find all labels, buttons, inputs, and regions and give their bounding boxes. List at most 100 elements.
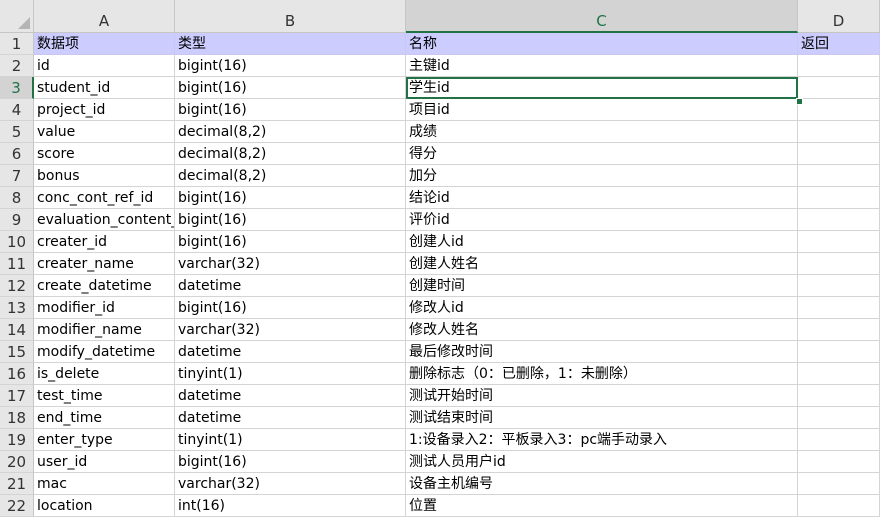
row-header[interactable]: 15 [0, 341, 34, 363]
row-header[interactable]: 16 [0, 363, 34, 385]
cell-c5[interactable]: 成绩 [406, 121, 798, 143]
cell-b17[interactable]: datetime [175, 385, 406, 407]
cell-b6[interactable]: decimal(8,2) [175, 143, 406, 165]
column-header-a[interactable]: A [34, 0, 175, 33]
row-header[interactable]: 17 [0, 385, 34, 407]
cell-b5[interactable]: decimal(8,2) [175, 121, 406, 143]
cell-c16[interactable]: 删除标志（0：已删除，1：未删除） [406, 363, 798, 385]
cell-c2[interactable]: 主键id [406, 55, 798, 77]
row-header[interactable]: 7 [0, 165, 34, 187]
cell-a19[interactable]: enter_type [34, 429, 175, 451]
cell-c18[interactable]: 测试结束时间 [406, 407, 798, 429]
row-header[interactable]: 1 [0, 33, 34, 55]
cell-a17[interactable]: test_time [34, 385, 175, 407]
row-header[interactable]: 14 [0, 319, 34, 341]
cell-c10[interactable]: 创建人id [406, 231, 798, 253]
cell-d9[interactable] [798, 209, 880, 231]
cell-a1[interactable]: 数据项 [34, 33, 175, 55]
cell-c6[interactable]: 得分 [406, 143, 798, 165]
cell-b11[interactable]: varchar(32) [175, 253, 406, 275]
row-header[interactable]: 13 [0, 297, 34, 319]
cell-d21[interactable] [798, 473, 880, 495]
cell-c13[interactable]: 修改人id [406, 297, 798, 319]
cell-c3[interactable]: 学生id [406, 77, 798, 99]
cell-d22[interactable] [798, 495, 880, 517]
cell-a5[interactable]: value [34, 121, 175, 143]
row-header[interactable]: 2 [0, 55, 34, 77]
column-header-c[interactable]: C [406, 0, 798, 33]
cell-b22[interactable]: int(16) [175, 495, 406, 517]
cell-b19[interactable]: tinyint(1) [175, 429, 406, 451]
cell-d14[interactable] [798, 319, 880, 341]
cell-d19[interactable] [798, 429, 880, 451]
cell-c21[interactable]: 设备主机编号 [406, 473, 798, 495]
column-header-b[interactable]: B [175, 0, 406, 33]
cell-d2[interactable] [798, 55, 880, 77]
cell-b8[interactable]: bigint(16) [175, 187, 406, 209]
cell-b9[interactable]: bigint(16) [175, 209, 406, 231]
cell-b13[interactable]: bigint(16) [175, 297, 406, 319]
cell-a22[interactable]: location [34, 495, 175, 517]
cell-a10[interactable]: creater_id [34, 231, 175, 253]
cell-a18[interactable]: end_time [34, 407, 175, 429]
cell-d7[interactable] [798, 165, 880, 187]
cell-a6[interactable]: score [34, 143, 175, 165]
cell-d3[interactable] [798, 77, 880, 99]
cell-b18[interactable]: datetime [175, 407, 406, 429]
cell-a9[interactable]: evaluation_content_ [34, 209, 175, 231]
fill-handle[interactable] [796, 98, 803, 105]
cell-b14[interactable]: varchar(32) [175, 319, 406, 341]
cell-d12[interactable] [798, 275, 880, 297]
column-header-d[interactable]: D [798, 0, 880, 33]
cell-d16[interactable] [798, 363, 880, 385]
cell-a12[interactable]: create_datetime [34, 275, 175, 297]
cell-c4[interactable]: 项目id [406, 99, 798, 121]
cell-b7[interactable]: decimal(8,2) [175, 165, 406, 187]
row-header[interactable]: 8 [0, 187, 34, 209]
row-header[interactable]: 19 [0, 429, 34, 451]
row-header[interactable]: 20 [0, 451, 34, 473]
cell-a15[interactable]: modify_datetime [34, 341, 175, 363]
cell-c9[interactable]: 评价id [406, 209, 798, 231]
cell-a16[interactable]: is_delete [34, 363, 175, 385]
row-header[interactable]: 4 [0, 99, 34, 121]
cell-d11[interactable] [798, 253, 880, 275]
cell-c1[interactable]: 名称 [406, 33, 798, 55]
cell-c19[interactable]: 1:设备录入2：平板录入3：pc端手动录入 [406, 429, 798, 451]
cell-a14[interactable]: modifier_name [34, 319, 175, 341]
cell-c20[interactable]: 测试人员用户id [406, 451, 798, 473]
row-header[interactable]: 3 [0, 77, 34, 99]
cell-c14[interactable]: 修改人姓名 [406, 319, 798, 341]
cell-b20[interactable]: bigint(16) [175, 451, 406, 473]
cell-c7[interactable]: 加分 [406, 165, 798, 187]
row-header[interactable]: 6 [0, 143, 34, 165]
cell-b10[interactable]: bigint(16) [175, 231, 406, 253]
cell-d15[interactable] [798, 341, 880, 363]
cell-d10[interactable] [798, 231, 880, 253]
select-all-button[interactable] [0, 0, 34, 33]
cell-d4[interactable] [798, 99, 880, 121]
cell-a21[interactable]: mac [34, 473, 175, 495]
cell-a2[interactable]: id [34, 55, 175, 77]
cell-b15[interactable]: datetime [175, 341, 406, 363]
cell-a4[interactable]: project_id [34, 99, 175, 121]
cell-c8[interactable]: 结论id [406, 187, 798, 209]
cell-a11[interactable]: creater_name [34, 253, 175, 275]
cell-b16[interactable]: tinyint(1) [175, 363, 406, 385]
row-header[interactable]: 5 [0, 121, 34, 143]
cell-a7[interactable]: bonus [34, 165, 175, 187]
cell-b1[interactable]: 类型 [175, 33, 406, 55]
cell-c12[interactable]: 创建时间 [406, 275, 798, 297]
cell-d17[interactable] [798, 385, 880, 407]
cell-b12[interactable]: datetime [175, 275, 406, 297]
cell-c22[interactable]: 位置 [406, 495, 798, 517]
row-header[interactable]: 22 [0, 495, 34, 517]
cell-a20[interactable]: user_id [34, 451, 175, 473]
cell-b3[interactable]: bigint(16) [175, 77, 406, 99]
cell-a8[interactable]: conc_cont_ref_id [34, 187, 175, 209]
cell-d18[interactable] [798, 407, 880, 429]
cell-c17[interactable]: 测试开始时间 [406, 385, 798, 407]
row-header[interactable]: 9 [0, 209, 34, 231]
cell-a13[interactable]: modifier_id [34, 297, 175, 319]
cell-d8[interactable] [798, 187, 880, 209]
